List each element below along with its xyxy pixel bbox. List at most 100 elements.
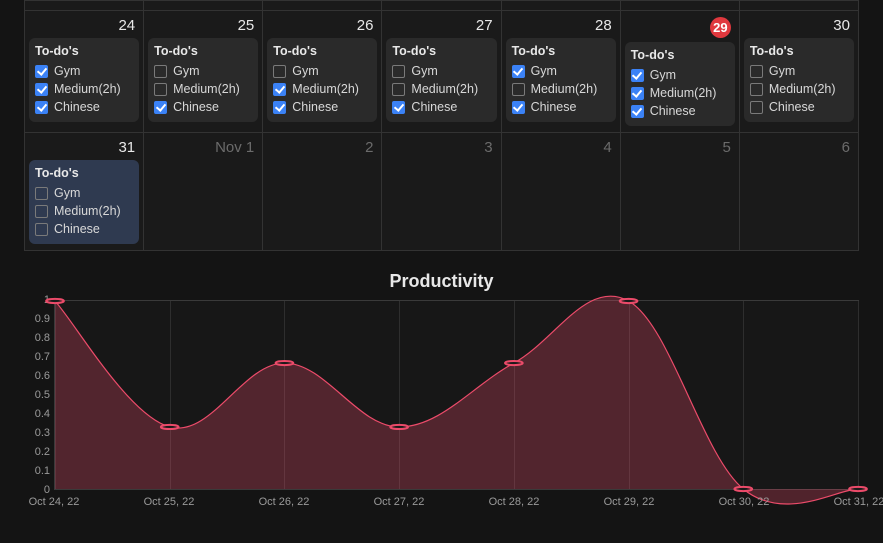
day-number: 24 bbox=[29, 15, 139, 38]
checkbox-icon[interactable] bbox=[631, 105, 644, 118]
todo-item[interactable]: Medium(2h) bbox=[512, 80, 610, 98]
checkbox-icon[interactable] bbox=[750, 101, 763, 114]
calendar-cell[interactable]: 30To-do'sGymMedium(2h)Chinese bbox=[740, 11, 859, 133]
todo-item[interactable]: Medium(2h) bbox=[154, 80, 252, 98]
checkbox-icon[interactable] bbox=[35, 65, 48, 78]
checkbox-icon[interactable] bbox=[154, 83, 167, 96]
checkbox-icon[interactable] bbox=[273, 65, 286, 78]
todo-card[interactable]: To-do'sGymMedium(2h)Chinese bbox=[148, 38, 258, 122]
calendar-cell[interactable]: 25To-do'sGymMedium(2h)Chinese bbox=[144, 11, 263, 133]
x-tick-label: Oct 30, 22 bbox=[719, 496, 770, 508]
checkbox-icon[interactable] bbox=[512, 101, 525, 114]
todo-card[interactable]: To-do'sGymMedium(2h)Chinese bbox=[267, 38, 377, 122]
calendar-cell[interactable] bbox=[740, 1, 859, 11]
day-number: 25 bbox=[148, 15, 258, 38]
todo-item[interactable]: Medium(2h) bbox=[392, 80, 490, 98]
calendar-cell[interactable]: 28To-do'sGymMedium(2h)Chinese bbox=[502, 11, 621, 133]
todo-item[interactable]: Chinese bbox=[35, 98, 133, 116]
todo-item[interactable]: Chinese bbox=[154, 98, 252, 116]
checkbox-icon[interactable] bbox=[512, 83, 525, 96]
checkbox-icon[interactable] bbox=[750, 83, 763, 96]
todo-item[interactable]: Medium(2h) bbox=[35, 202, 133, 220]
todo-item[interactable]: Chinese bbox=[512, 98, 610, 116]
todo-item-label: Gym bbox=[531, 64, 557, 78]
todo-item[interactable]: Gym bbox=[35, 184, 133, 202]
calendar-cell[interactable]: 3 bbox=[382, 133, 501, 251]
todo-item[interactable]: Chinese bbox=[35, 220, 133, 238]
todo-item-label: Medium(2h) bbox=[54, 204, 121, 218]
todo-card-title: To-do's bbox=[35, 166, 133, 180]
todo-item[interactable]: Gym bbox=[35, 62, 133, 80]
checkbox-icon[interactable] bbox=[392, 83, 405, 96]
calendar-cell[interactable]: 24To-do'sGymMedium(2h)Chinese bbox=[25, 11, 144, 133]
todo-item[interactable]: Gym bbox=[273, 62, 371, 80]
calendar-cell[interactable]: 29To-do'sGymMedium(2h)Chinese bbox=[621, 11, 740, 133]
calendar-cell[interactable] bbox=[502, 1, 621, 11]
checkbox-icon[interactable] bbox=[631, 87, 644, 100]
checkbox-icon[interactable] bbox=[154, 65, 167, 78]
calendar-cell[interactable] bbox=[263, 1, 382, 11]
todo-item[interactable]: Medium(2h) bbox=[750, 80, 848, 98]
todo-item[interactable]: Chinese bbox=[750, 98, 848, 116]
calendar-cell[interactable]: 27To-do'sGymMedium(2h)Chinese bbox=[382, 11, 501, 133]
todo-card[interactable]: To-do's Gym Medium(2h) Chinese bbox=[29, 160, 139, 244]
checkbox-icon[interactable] bbox=[35, 83, 48, 96]
calendar-cell[interactable] bbox=[144, 1, 263, 11]
todo-item-label: Chinese bbox=[531, 100, 577, 114]
day-number: Nov 1 bbox=[148, 137, 258, 160]
calendar-cell[interactable] bbox=[382, 1, 501, 11]
todo-item[interactable]: Gym bbox=[631, 66, 729, 84]
todo-item[interactable]: Gym bbox=[512, 62, 610, 80]
checkbox-icon[interactable] bbox=[512, 65, 525, 78]
todo-item[interactable]: Medium(2h) bbox=[273, 80, 371, 98]
todo-item-label: Medium(2h) bbox=[531, 82, 598, 96]
checkbox-icon[interactable] bbox=[273, 101, 286, 114]
checkbox-icon[interactable] bbox=[35, 101, 48, 114]
calendar-cell[interactable]: Nov 1 bbox=[144, 133, 263, 251]
checkbox-icon[interactable] bbox=[154, 101, 167, 114]
day-number: 5 bbox=[625, 137, 735, 160]
calendar-cell[interactable] bbox=[25, 1, 144, 11]
y-tick-label: 0.4 bbox=[35, 408, 50, 420]
calendar-cell[interactable]: 4 bbox=[502, 133, 621, 251]
todo-item-label: Gym bbox=[292, 64, 318, 78]
checkbox-icon[interactable] bbox=[392, 101, 405, 114]
checkbox-icon[interactable] bbox=[750, 65, 763, 78]
y-tick-label: 0.8 bbox=[35, 332, 50, 344]
checkbox-icon[interactable] bbox=[273, 83, 286, 96]
todo-card[interactable]: To-do'sGymMedium(2h)Chinese bbox=[744, 38, 854, 122]
todo-item-label: Chinese bbox=[54, 222, 100, 236]
todo-card[interactable]: To-do'sGymMedium(2h)Chinese bbox=[506, 38, 616, 122]
todo-item-label: Medium(2h) bbox=[769, 82, 836, 96]
calendar-row bbox=[25, 1, 859, 11]
todo-card[interactable]: To-do'sGymMedium(2h)Chinese bbox=[29, 38, 139, 122]
day-number: 2 bbox=[267, 137, 377, 160]
todo-card[interactable]: To-do'sGymMedium(2h)Chinese bbox=[625, 42, 735, 126]
checkbox-icon[interactable] bbox=[35, 205, 48, 218]
todo-item[interactable]: Medium(2h) bbox=[35, 80, 133, 98]
calendar-cell[interactable]: 31To-do'sGymMedium(2h)Chinese bbox=[25, 133, 144, 251]
todo-item[interactable]: Chinese bbox=[392, 98, 490, 116]
calendar-cell[interactable]: 26To-do'sGymMedium(2h)Chinese bbox=[263, 11, 382, 133]
todo-item[interactable]: Medium(2h) bbox=[631, 84, 729, 102]
todo-item-label: Medium(2h) bbox=[54, 82, 121, 96]
todo-item-label: Chinese bbox=[173, 100, 219, 114]
calendar-cell[interactable] bbox=[621, 1, 740, 11]
calendar-cell[interactable]: 5 bbox=[621, 133, 740, 251]
checkbox-icon[interactable] bbox=[35, 223, 48, 236]
calendar-cell[interactable]: 6 bbox=[740, 133, 859, 251]
todo-item[interactable]: Chinese bbox=[273, 98, 371, 116]
todo-item[interactable]: Gym bbox=[392, 62, 490, 80]
todo-item[interactable]: Gym bbox=[154, 62, 252, 80]
todo-item-label: Gym bbox=[769, 64, 795, 78]
todo-item-label: Chinese bbox=[769, 100, 815, 114]
x-tick-label: Oct 27, 22 bbox=[374, 496, 425, 508]
todo-card[interactable]: To-do'sGymMedium(2h)Chinese bbox=[386, 38, 496, 122]
y-tick-label: 0.6 bbox=[35, 370, 50, 382]
todo-item[interactable]: Chinese bbox=[631, 102, 729, 120]
checkbox-icon[interactable] bbox=[35, 187, 48, 200]
checkbox-icon[interactable] bbox=[631, 69, 644, 82]
todo-item[interactable]: Gym bbox=[750, 62, 848, 80]
calendar-cell[interactable]: 2 bbox=[263, 133, 382, 251]
checkbox-icon[interactable] bbox=[392, 65, 405, 78]
